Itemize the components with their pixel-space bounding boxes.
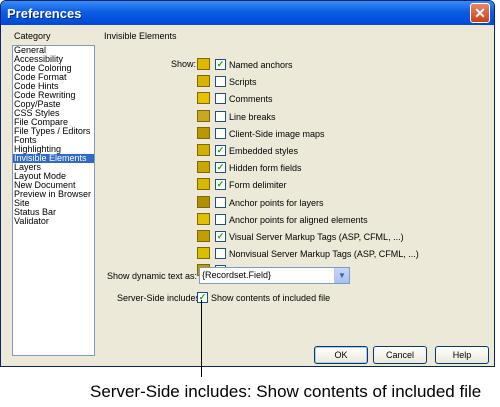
section-title: Invisible Elements [104,31,177,41]
callout-line [201,300,202,377]
option-checkbox[interactable] [215,248,226,260]
option-checkbox[interactable]: ✓ [215,145,226,156]
option-label: Nonvisual Server Markup Tags (ASP, CFML,… [229,249,419,260]
option-label: Anchor points for aligned elements [229,214,368,225]
server-includes-checkbox[interactable]: ✓ [197,292,208,303]
option-checkbox[interactable]: ✓ [215,179,226,191]
dynamic-text-select[interactable]: {Recordset.Field} ▼ [199,267,350,284]
dynamic-text-label: Show dynamic text as: [107,271,198,281]
dynamic-text-value: {Recordset.Field} [202,270,272,280]
option-checkbox[interactable] [215,93,226,105]
anchor-icon [197,58,210,70]
preferences-dialog: Preferences ✕ Category General Accessibil… [0,0,495,367]
option-checkbox[interactable] [215,110,226,122]
option-label: Scripts [229,77,257,88]
option-checkbox[interactable]: ✓ [215,231,226,242]
category-item[interactable]: Validator [13,217,94,226]
option-label: Anchor points for layers [229,197,324,208]
option-label: Hidden form fields [229,163,302,174]
ok-button[interactable]: OK [314,346,368,364]
server-includes-checkbox-label: Show contents of included file [211,293,331,303]
chevron-down-icon[interactable]: ▼ [334,268,349,283]
script-icon [197,75,210,88]
help-button[interactable]: Help [435,346,489,364]
server-includes-label: Server-Side includes: [117,293,203,303]
cancel-button[interactable]: Cancel [373,346,427,364]
option-label: Form delimiter [229,180,287,191]
image-map-icon [197,126,210,139]
option-label: Embedded styles [229,146,299,156]
option-checkbox[interactable] [215,196,226,208]
close-button[interactable]: ✕ [470,3,490,23]
server-markup-icon [197,230,210,242]
embedded-style-icon [197,144,210,156]
option-label: Comments [229,94,273,105]
option-label: Line breaks [229,111,276,122]
option-label: Client-Side image maps [229,128,325,139]
option-checkbox[interactable] [215,213,226,225]
layer-anchor-icon [197,195,210,208]
callout-caption: Server-Side includes: Show contents of i… [90,382,482,401]
hidden-field-icon [197,161,210,174]
window-title: Preferences [7,5,82,21]
line-break-icon [197,109,210,122]
show-label: Show: [171,59,197,69]
title-bar[interactable]: Preferences [1,1,494,25]
option-checkbox[interactable] [215,76,226,88]
option-label: Named anchors [229,60,293,70]
nonvisual-markup-icon [197,247,210,260]
option-checkbox[interactable] [215,127,226,139]
aligned-anchor-icon [197,212,210,225]
category-list[interactable]: General Accessibility Code Coloring Code Fo… [12,45,95,356]
category-heading: Category [14,31,51,41]
form-delimiter-icon [197,178,210,191]
comment-icon [197,92,210,105]
option-checkbox[interactable]: ✓ [215,59,226,70]
option-checkbox[interactable]: ✓ [215,162,226,174]
option-label: Visual Server Markup Tags (ASP, CFML, ..… [229,232,404,242]
